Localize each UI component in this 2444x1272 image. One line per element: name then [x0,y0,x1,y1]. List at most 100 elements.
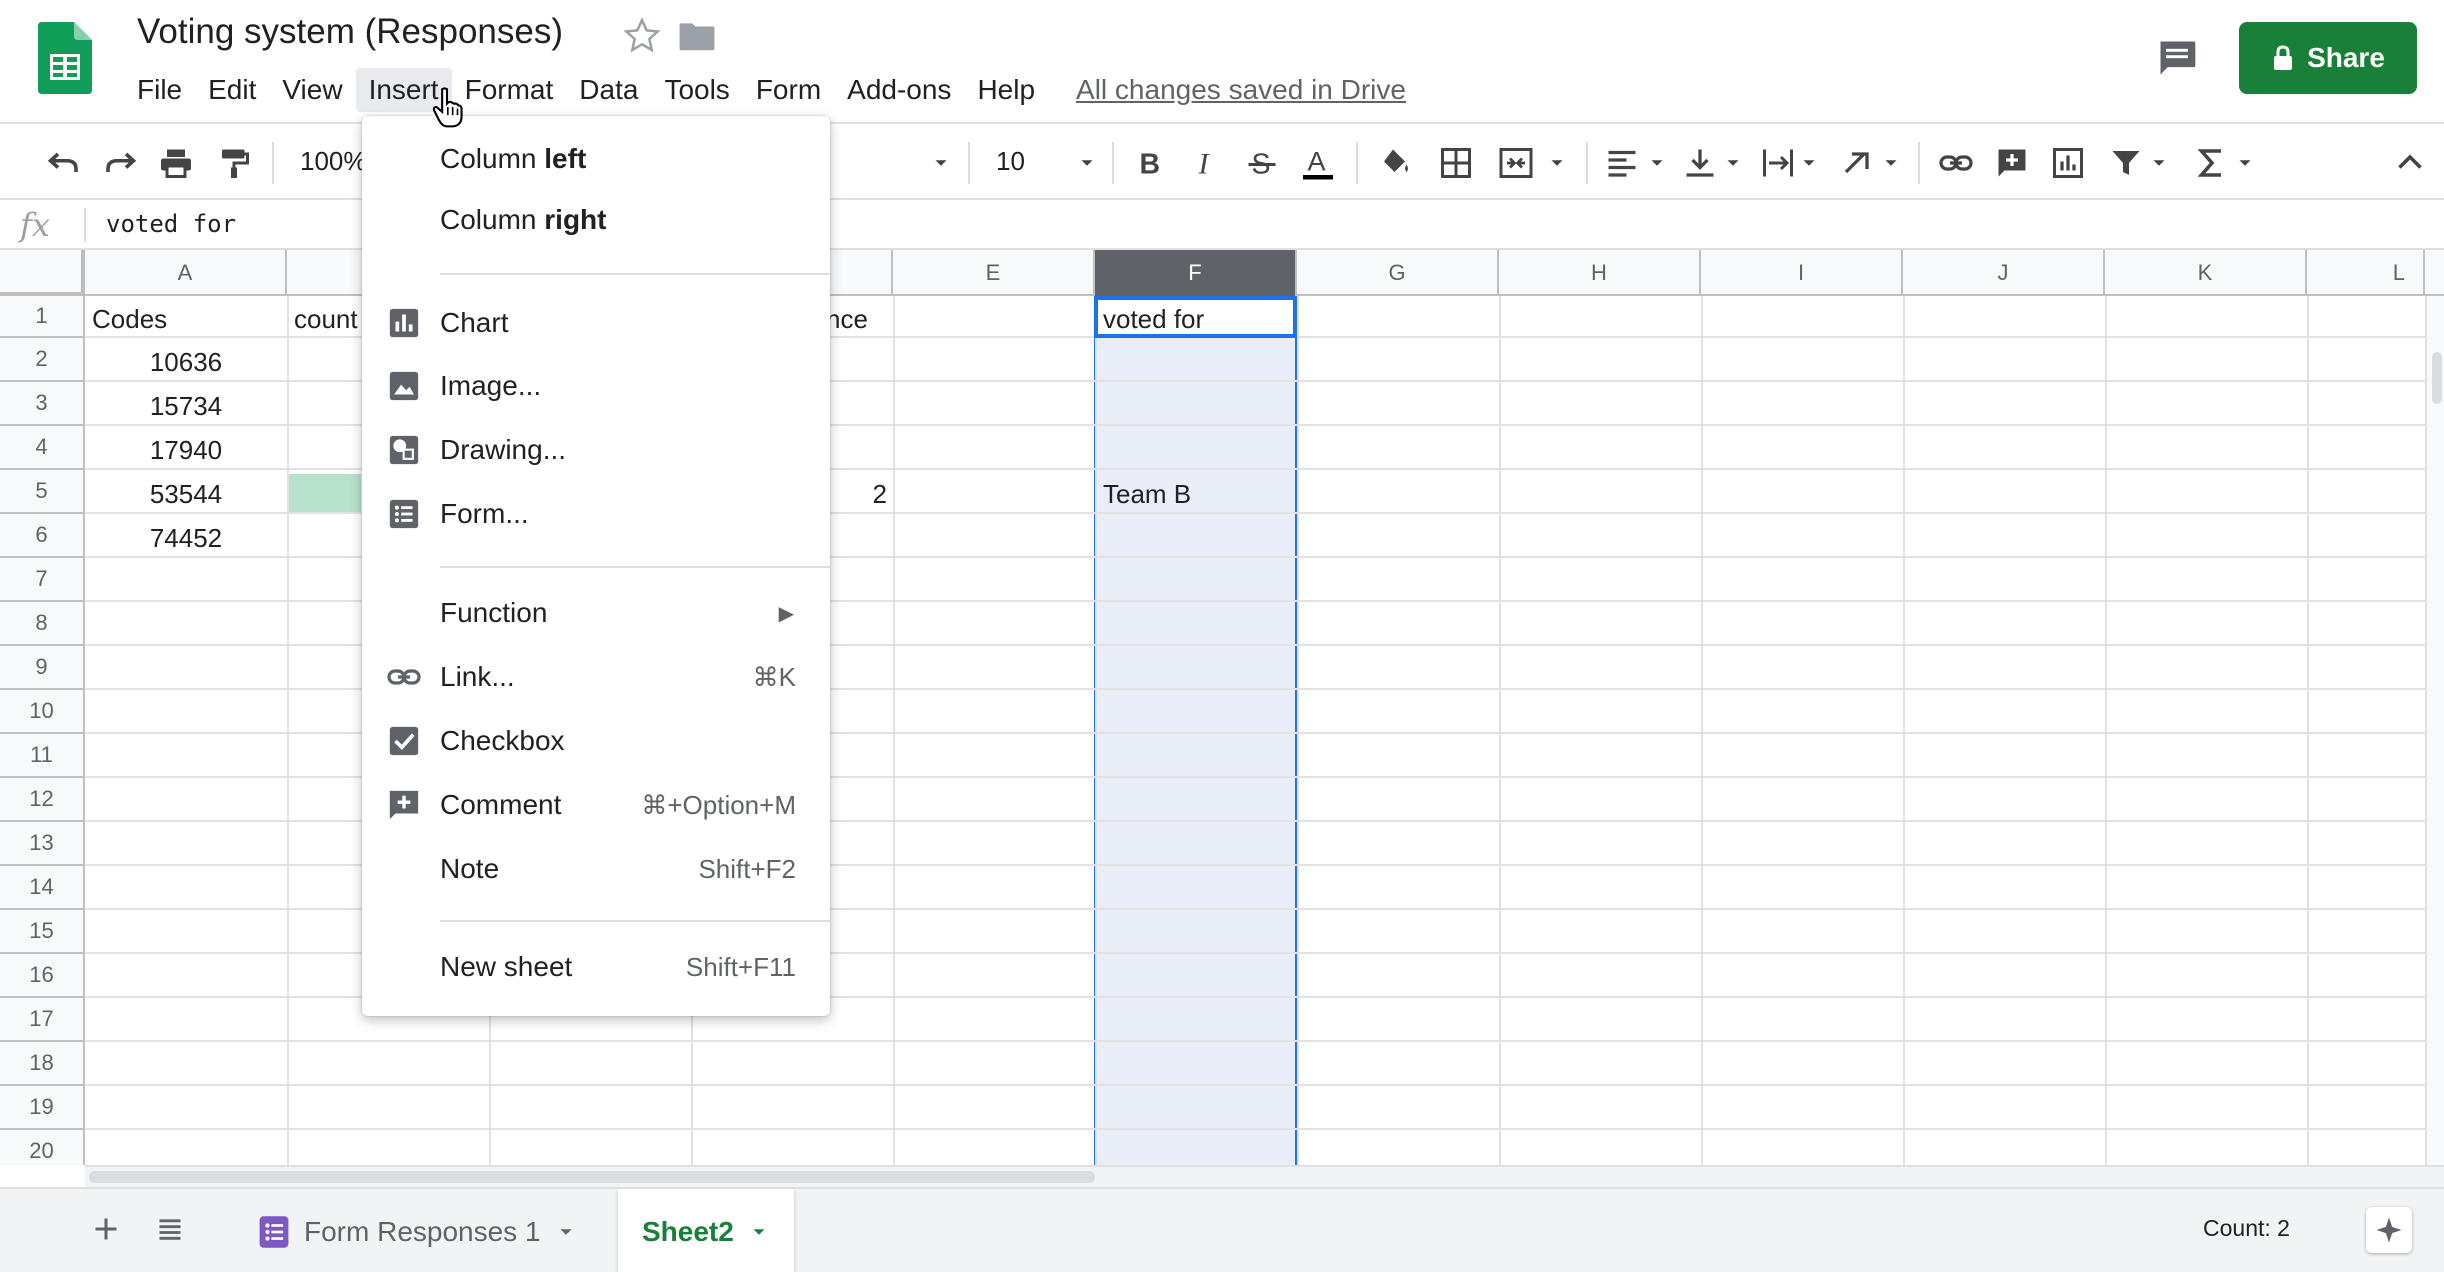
insert-link-button[interactable] [1938,144,1974,182]
document-title[interactable]: Voting system (Responses) [137,12,563,52]
print-button[interactable] [158,144,194,182]
collapse-toolbar-button[interactable] [2392,144,2428,182]
filter-button[interactable] [2108,144,2144,182]
comments-icon[interactable] [2154,36,2200,80]
row-header-20[interactable]: 20 [0,1130,85,1165]
menu-form[interactable]: Form [743,68,834,112]
text-wrapping-button[interactable] [1760,144,1796,182]
text-color-button[interactable]: A [1300,144,1336,182]
cell-a1[interactable]: Codes [92,304,167,335]
fill-color-button[interactable] [1378,144,1414,182]
row-header-2[interactable]: 2 [0,338,85,382]
row-header-11[interactable]: 11 [0,734,85,778]
column-header-e[interactable]: E [893,250,1095,296]
filter-dropdown-button[interactable] [2148,144,2170,182]
folder-icon[interactable] [678,20,716,52]
column-header-h[interactable]: H [1499,250,1701,296]
cell-f5[interactable]: Team B [1103,479,1191,510]
cell-b1[interactable]: count [294,304,358,335]
merge-cells-button[interactable] [1498,144,1534,182]
row-header-3[interactable]: 3 [0,382,85,426]
row-header-14[interactable]: 14 [0,866,85,910]
formula-input[interactable]: voted for [106,210,236,238]
explore-button[interactable] [2366,1207,2412,1253]
row-header-19[interactable]: 19 [0,1086,85,1130]
row-header-17[interactable]: 17 [0,998,85,1042]
selection-count-status[interactable]: Count: 2 [2203,1215,2290,1242]
menu-item-checkbox[interactable]: Checkbox [362,712,830,770]
vertical-scrollbar[interactable] [2425,296,2444,1165]
paint-format-button[interactable] [216,144,252,182]
insert-comment-button[interactable] [1994,144,2030,182]
cell-a5[interactable]: 53544 [85,479,287,510]
font-size-select[interactable]: 10 [996,146,1025,177]
menu-item-column-right[interactable]: Column right [362,191,830,249]
row-header-16[interactable]: 16 [0,954,85,998]
font-size-dropdown-button[interactable] [1076,144,1098,182]
menu-item-link[interactable]: Link... ⌘K [362,648,830,706]
sheets-logo-icon[interactable] [38,22,92,94]
sheet-tab-form-responses[interactable]: Form Responses 1 [234,1189,601,1272]
bold-button[interactable]: B [1132,144,1168,182]
borders-button[interactable] [1438,144,1474,182]
menu-help[interactable]: Help [964,68,1048,112]
horizontal-align-button[interactable] [1604,144,1640,182]
zoom-select[interactable]: 100% [300,146,367,177]
vertical-align-button[interactable] [1682,144,1718,182]
horizontal-scrollbar-thumb[interactable] [89,1171,1095,1183]
functions-dropdown-button[interactable] [2234,144,2256,182]
cell-d1[interactable]: nce [826,304,868,335]
row-header-7[interactable]: 7 [0,558,85,602]
column-header-f[interactable]: F [1095,250,1297,296]
column-header-i[interactable]: I [1701,250,1903,296]
menu-view[interactable]: View [269,68,355,112]
menu-item-drawing[interactable]: Drawing... [362,421,830,479]
cell-a2[interactable]: 10636 [85,347,287,378]
menu-item-chart[interactable]: Chart [362,294,830,352]
horizontal-align-dropdown-button[interactable] [1646,144,1668,182]
menu-format[interactable]: Format [452,68,567,112]
menu-add-ons[interactable]: Add-ons [834,68,964,112]
chevron-down-icon[interactable] [748,1221,770,1243]
add-sheet-button[interactable] [86,1209,126,1249]
redo-button[interactable] [102,144,138,182]
menu-item-column-left[interactable]: Column left [362,130,830,188]
cell-a4[interactable]: 17940 [85,435,287,466]
horizontal-scrollbar[interactable] [85,1165,2444,1187]
menu-item-image[interactable]: Image... [362,357,830,415]
text-wrapping-dropdown-button[interactable] [1798,144,1820,182]
column-header-k[interactable]: K [2105,250,2307,296]
row-header-5[interactable]: 5 [0,470,85,514]
highlighted-cell-b5[interactable] [287,474,361,514]
row-header-18[interactable]: 18 [0,1042,85,1086]
row-header-8[interactable]: 8 [0,602,85,646]
column-header-a[interactable]: A [85,250,287,296]
insert-chart-button[interactable] [2050,144,2086,182]
cell-f1[interactable]: voted for [1103,304,1204,335]
cell-a3[interactable]: 15734 [85,391,287,422]
menu-tools[interactable]: Tools [651,68,742,112]
cell-a6[interactable]: 74452 [85,523,287,554]
strikethrough-button[interactable]: S [1244,144,1280,182]
menu-data[interactable]: Data [566,68,651,112]
row-header-13[interactable]: 13 [0,822,85,866]
italic-button[interactable]: I [1188,144,1224,182]
text-rotation-dropdown-button[interactable] [1880,144,1902,182]
row-header-1[interactable]: 1 [0,296,85,338]
column-header-g[interactable]: G [1297,250,1499,296]
vertical-scrollbar-thumb[interactable] [2432,352,2442,404]
chevron-down-icon[interactable] [555,1221,577,1243]
text-rotation-button[interactable] [1840,144,1876,182]
star-icon[interactable] [622,16,662,56]
column-header-j[interactable]: J [1903,250,2105,296]
merge-dropdown-button[interactable] [1546,144,1568,182]
sheet-tab-sheet2[interactable]: Sheet2 [618,1189,794,1272]
share-button[interactable]: Share [2239,22,2417,94]
functions-button[interactable] [2194,144,2230,182]
row-header-15[interactable]: 15 [0,910,85,954]
font-family-dropdown-button[interactable] [930,144,952,182]
menu-item-note[interactable]: Note Shift+F2 [362,840,830,898]
menu-item-form[interactable]: Form... [362,485,830,543]
vertical-align-dropdown-button[interactable] [1722,144,1744,182]
row-header-9[interactable]: 9 [0,646,85,690]
